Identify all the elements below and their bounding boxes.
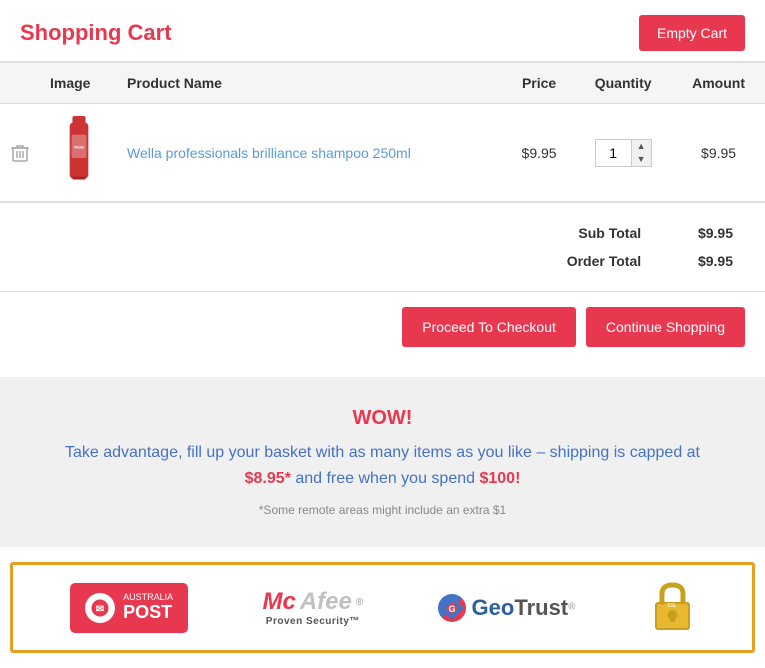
cart-table: Image Product Name Price Quantity Amount bbox=[0, 61, 765, 202]
col-header-quantity: Quantity bbox=[574, 62, 672, 104]
quantity-up-button[interactable]: ▲ bbox=[632, 140, 651, 153]
australia-post-icon: ✉ bbox=[85, 593, 115, 623]
promo-disclaimer: *Some remote areas might include an extr… bbox=[40, 503, 725, 517]
quantity-arrows: ▲ ▼ bbox=[631, 140, 651, 166]
totals-section: Sub Total $9.95 Order Total $9.95 bbox=[0, 202, 765, 291]
subtotal-row: Sub Total $9.95 bbox=[497, 220, 743, 246]
empty-cart-button[interactable]: Empty Cart bbox=[639, 15, 745, 51]
product-name-link[interactable]: Wella professionals brilliance shampoo 2… bbox=[127, 145, 411, 161]
product-image-cell: Wella bbox=[40, 104, 117, 202]
geotrust-icon: G bbox=[438, 594, 466, 622]
continue-shopping-button[interactable]: Continue Shopping bbox=[586, 307, 745, 347]
order-total-label: Order Total bbox=[497, 248, 651, 274]
order-total-row: Order Total $9.95 bbox=[497, 248, 743, 274]
checkout-button[interactable]: Proceed To Checkout bbox=[402, 307, 576, 347]
product-name-cell: Wella professionals brilliance shampoo 2… bbox=[117, 104, 504, 202]
promo-text-2: and free when you spend bbox=[295, 470, 475, 487]
col-header-delete bbox=[0, 62, 40, 104]
totals-table: Sub Total $9.95 Order Total $9.95 bbox=[495, 218, 745, 276]
geotrust-text: GeoTrust® bbox=[472, 595, 576, 621]
table-header-row: Image Product Name Price Quantity Amount bbox=[0, 62, 765, 104]
svg-text:G: G bbox=[448, 604, 455, 614]
page-title: Shopping Cart bbox=[20, 20, 172, 46]
table-row: Wella Wella professionals brilliance sha… bbox=[0, 104, 765, 202]
product-price: $9.95 bbox=[504, 104, 574, 202]
geotrust-geo: Geo bbox=[472, 595, 515, 620]
promo-text-1: Take advantage, fill up your basket with… bbox=[65, 444, 700, 461]
australia-post-badge: ✉ AUSTRALIA POST bbox=[70, 583, 188, 633]
quantity-input[interactable] bbox=[596, 141, 631, 165]
subtotal-label: Sub Total bbox=[497, 220, 651, 246]
geotrust-badge: G GeoTrust® bbox=[438, 594, 576, 622]
product-quantity-cell: ▲ ▼ bbox=[574, 104, 672, 202]
promo-banner: WOW! Take advantage, fill up your basket… bbox=[0, 377, 765, 547]
col-header-amount: Amount bbox=[672, 62, 765, 104]
delete-item-icon[interactable] bbox=[10, 143, 30, 163]
mcafee-badge: McAfee ® Proven Security™ bbox=[262, 588, 363, 627]
svg-text:256bit: 256bit bbox=[664, 596, 681, 602]
mcafee-subtitle: Proven Security™ bbox=[262, 616, 363, 627]
quantity-stepper[interactable]: ▲ ▼ bbox=[595, 139, 652, 167]
promo-price-1: $8.95* bbox=[245, 470, 291, 487]
geotrust-trust: Trust bbox=[514, 595, 568, 620]
page-header: Shopping Cart Empty Cart bbox=[0, 0, 765, 61]
promo-main-text: Take advantage, fill up your basket with… bbox=[40, 440, 725, 491]
svg-text:SSL: SSL bbox=[667, 603, 677, 609]
product-image: Wella bbox=[59, 116, 99, 186]
mcafee-registered: ® bbox=[356, 597, 363, 608]
promo-price-2: $100! bbox=[479, 470, 520, 487]
mcafee-name-part1: Mc bbox=[262, 588, 295, 616]
geotrust-registered: ® bbox=[568, 601, 575, 612]
subtotal-value: $9.95 bbox=[653, 220, 743, 246]
mcafee-name-part2: Afee bbox=[300, 588, 352, 616]
svg-text:Wella: Wella bbox=[74, 146, 85, 150]
mcafee-logo: McAfee ® bbox=[262, 588, 363, 616]
lock-icon: 256bit SSL bbox=[650, 580, 695, 635]
col-header-price: Price bbox=[504, 62, 574, 104]
order-total-value: $9.95 bbox=[653, 248, 743, 274]
australia-post-large-text: POST bbox=[123, 603, 173, 623]
lock-badge: 256bit SSL bbox=[650, 580, 695, 635]
promo-wow-text: WOW! bbox=[40, 407, 725, 430]
trust-badges: ✉ AUSTRALIA POST McAfee ® Proven Security… bbox=[10, 562, 755, 653]
product-amount: $9.95 bbox=[672, 104, 765, 202]
col-header-product-name: Product Name bbox=[117, 62, 504, 104]
svg-text:✉: ✉ bbox=[96, 604, 104, 615]
australia-post-text: AUSTRALIA POST bbox=[123, 593, 173, 623]
quantity-down-button[interactable]: ▼ bbox=[632, 153, 651, 166]
col-header-image: Image bbox=[40, 62, 117, 104]
action-buttons: Proceed To Checkout Continue Shopping bbox=[0, 292, 765, 367]
